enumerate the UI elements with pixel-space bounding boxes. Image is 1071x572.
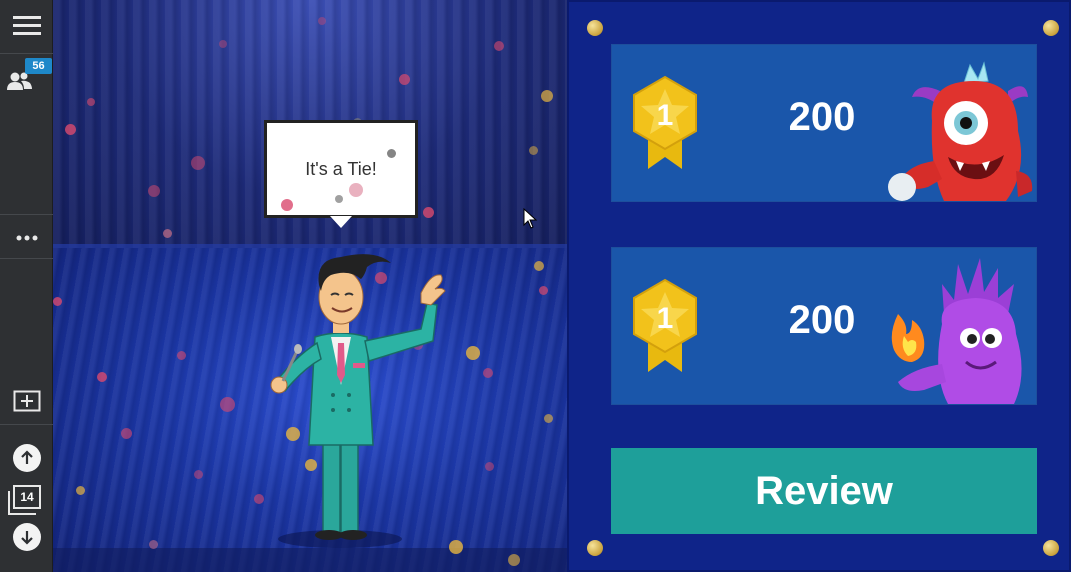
participants-count-badge: 56 — [25, 58, 52, 74]
next-slide-button[interactable] — [0, 522, 53, 552]
host-character — [270, 254, 446, 548]
add-slide-icon — [13, 390, 40, 412]
team-score: 200 — [788, 95, 856, 139]
arrow-up-icon — [20, 450, 33, 464]
side-toolbar: 56 14 — [0, 0, 53, 572]
team-score: 200 — [788, 298, 856, 342]
tie-message: It's a Tie! — [305, 158, 377, 179]
team-score-card: 1 200 — [611, 44, 1037, 202]
add-slide-button[interactable] — [0, 388, 53, 414]
rivet — [587, 20, 603, 36]
rivet — [1043, 540, 1059, 556]
scoreboard-panel: 1 200 1 200 Review — [567, 0, 1071, 572]
rank-label: 1 — [657, 302, 674, 335]
rank-label: 1 — [657, 99, 674, 132]
previous-slide-button[interactable] — [0, 443, 53, 473]
more-button[interactable] — [0, 226, 53, 250]
team-score-card: 1 200 — [611, 247, 1037, 405]
mouse-cursor-icon — [523, 208, 538, 229]
menu-button[interactable] — [0, 10, 53, 40]
speech-bubble: It's a Tie! — [264, 120, 418, 218]
speech-bubble-tail — [330, 216, 352, 228]
arrow-down-icon — [20, 531, 33, 545]
gold-medal-icon: 1 — [633, 278, 697, 372]
review-button[interactable]: Review — [611, 448, 1037, 534]
purple-monster-icon — [891, 258, 1022, 404]
rivet — [587, 540, 603, 556]
red-monster-icon — [888, 61, 1033, 201]
rivet — [1043, 20, 1059, 36]
page-number[interactable]: 14 — [13, 485, 41, 509]
menu-icon — [12, 16, 41, 35]
more-icon — [16, 235, 37, 241]
gold-medal-icon: 1 — [633, 75, 697, 169]
